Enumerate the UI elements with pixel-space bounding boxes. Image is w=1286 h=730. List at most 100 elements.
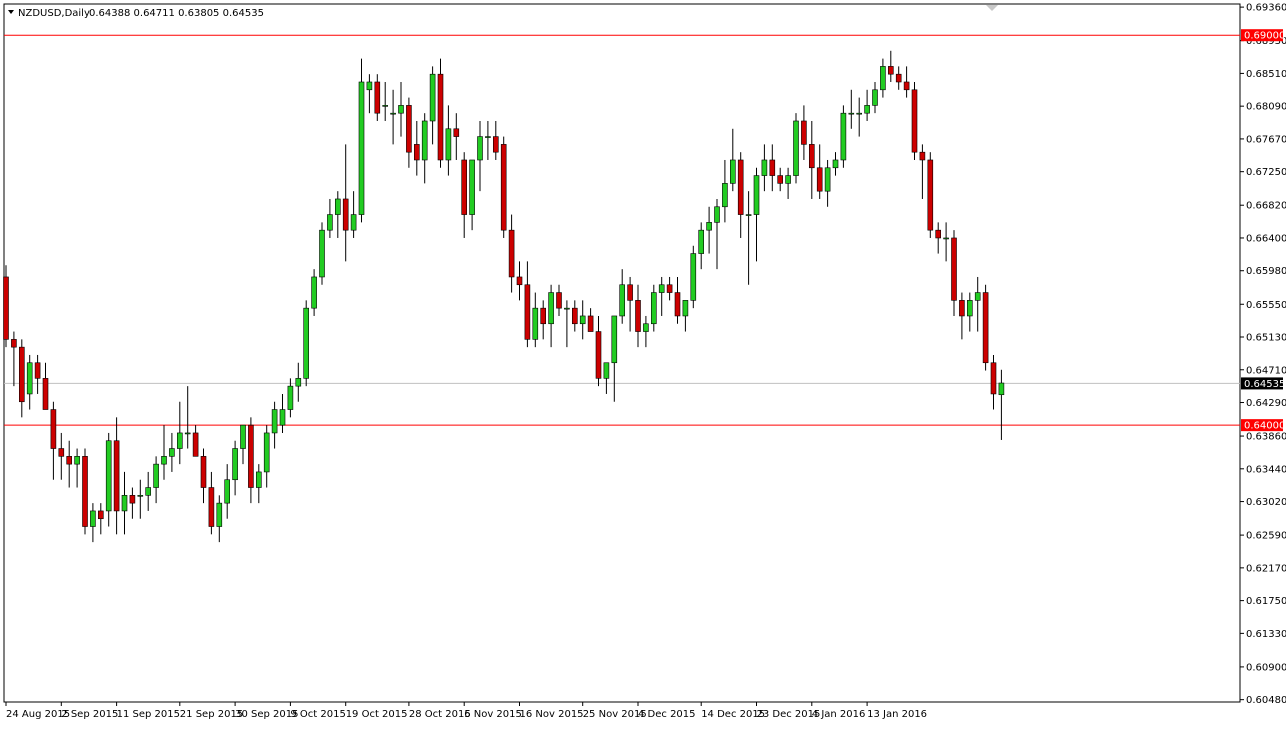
candle-body: [248, 424, 254, 488]
level-price-badge: 0.64000: [1244, 421, 1285, 432]
candle-body: [919, 151, 926, 161]
candle-body: [413, 144, 420, 161]
candle-body: [232, 448, 238, 481]
x-tick-label: 4 Dec 2015: [638, 709, 696, 720]
candle-body: [90, 510, 96, 527]
candle-body: [516, 276, 523, 286]
candle-body: [698, 229, 705, 254]
candle-body: [263, 432, 270, 473]
candle-body: [674, 292, 681, 317]
candle-body: [153, 463, 159, 488]
x-tick-label: 2 Sep 2015: [61, 709, 118, 720]
chart-canvas[interactable]: 0.693600.689300.685100.680900.676700.672…: [0, 0, 1286, 726]
candle-body: [137, 495, 144, 497]
x-tick-label: 14 Dec 2015: [701, 709, 765, 720]
candle-body: [485, 136, 491, 138]
candle-body: [579, 315, 586, 325]
candle-body: [571, 307, 578, 325]
current-price-badge: 0.64535: [1244, 379, 1285, 390]
candle-body: [303, 307, 310, 379]
candle-body: [532, 307, 539, 340]
y-tick-label: 0.66400: [1246, 233, 1286, 244]
candle-body: [18, 346, 25, 403]
candle-body: [556, 292, 562, 309]
candle-body: [208, 487, 215, 527]
y-tick-label: 0.64290: [1246, 398, 1286, 409]
x-tick-label: 16 Nov 2015: [520, 709, 584, 720]
candle-body: [327, 214, 333, 231]
candle-body: [74, 456, 80, 465]
candle-body: [690, 253, 697, 301]
y-tick-label: 0.67670: [1246, 134, 1286, 145]
candle-body: [311, 276, 317, 309]
candle-body: [722, 183, 728, 208]
y-tick-label: 0.60480: [1246, 695, 1286, 706]
candle-body: [990, 362, 997, 395]
candle-body: [540, 307, 547, 325]
candle-body: [824, 167, 831, 192]
candle-body: [406, 105, 412, 153]
candle-body: [469, 159, 475, 215]
candle-body: [224, 479, 230, 504]
candle-body: [627, 284, 633, 301]
candle-body: [50, 409, 57, 449]
candle-body: [177, 432, 183, 449]
candle-body: [461, 159, 468, 215]
candle-body: [366, 81, 373, 91]
x-tick-label: 30 Sep 2015: [235, 709, 298, 720]
candle-body: [666, 284, 673, 293]
candle: [437, 58, 444, 168]
price-chart[interactable]: 0.69360 0.68930 0.68510 0.68090 0.67670 0.672…: [0, 0, 1286, 726]
x-tick-label: 11 Sep 2015: [117, 709, 180, 720]
candle-body: [729, 159, 736, 184]
y-tick-label: 0.61750: [1246, 596, 1286, 607]
candle-body: [548, 292, 554, 325]
y-tick-label: 0.68090: [1246, 102, 1286, 113]
y-tick-label: 0.66820: [1246, 201, 1286, 212]
candle-body: [3, 276, 9, 340]
candle-body: [26, 362, 33, 395]
candle-body: [848, 112, 855, 115]
candle: [982, 284, 989, 371]
candle-body: [200, 456, 207, 488]
candle-body: [943, 237, 949, 240]
candle-body: [927, 159, 934, 231]
candle: [840, 105, 847, 168]
candle-body: [82, 456, 88, 527]
x-tick-label: 4 Jan 2016: [812, 709, 866, 720]
candle-body: [745, 214, 752, 216]
plot-frame: [3, 3, 1241, 703]
candle-body: [145, 487, 151, 496]
y-tick-label: 0.69360: [1246, 3, 1286, 14]
candle: [927, 152, 934, 238]
candle-body: [832, 159, 839, 169]
candle-body: [880, 66, 886, 91]
candle-body: [240, 424, 246, 449]
candle-body: [437, 73, 444, 161]
candle-body: [161, 456, 167, 465]
y-tick-label: 0.65130: [1246, 333, 1286, 344]
candle-body: [959, 300, 965, 317]
candle-body: [508, 229, 515, 278]
y-tick-label: 0.68510: [1246, 69, 1286, 80]
candle-body: [935, 229, 942, 239]
candle: [3, 265, 9, 348]
candle-body: [374, 81, 381, 114]
candle-body: [113, 440, 120, 512]
candle-body: [271, 409, 278, 434]
candle-body: [105, 440, 112, 512]
candle-body: [887, 66, 894, 75]
x-tick-label: 21 Sep 2015: [180, 709, 243, 720]
y-tick-label: 0.63020: [1246, 497, 1286, 508]
candle-body: [650, 292, 657, 325]
y-axis: 0.693600.689300.685100.680900.676700.672…: [1240, 3, 1286, 706]
candle-body: [808, 144, 815, 169]
candle: [303, 300, 310, 387]
candle-body: [169, 448, 175, 457]
candle-body: [966, 300, 973, 317]
candle-body: [737, 159, 744, 215]
y-tick-label: 0.64710: [1246, 365, 1286, 376]
candle: [911, 81, 918, 160]
candle-body: [390, 112, 396, 115]
candle-body: [951, 237, 957, 301]
